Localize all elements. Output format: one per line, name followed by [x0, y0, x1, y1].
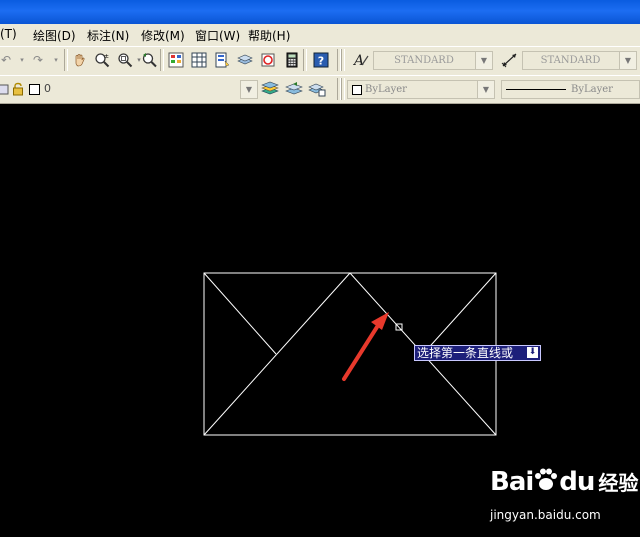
- command-prompt-text: 选择第一条直线或: [417, 346, 514, 360]
- watermark-brand-suffix: du: [559, 467, 595, 497]
- watermark-url: jingyan.baidu.com: [490, 508, 601, 522]
- watermark-brand: Bai: [490, 467, 534, 497]
- command-tooltip: 选择第一条直线或 ⬇: [414, 345, 541, 361]
- watermark: Bai du 经验: [490, 467, 638, 497]
- diagonal-line[interactable]: [203, 272, 277, 355]
- diagonal-line[interactable]: [422, 272, 497, 355]
- watermark-product: 经验: [598, 471, 639, 495]
- paw-logo-icon: [535, 468, 558, 490]
- drawing-geometry: [203, 272, 497, 436]
- download-arrow-icon[interactable]: ⬇: [527, 347, 538, 358]
- annotation-arrow: [342, 312, 389, 381]
